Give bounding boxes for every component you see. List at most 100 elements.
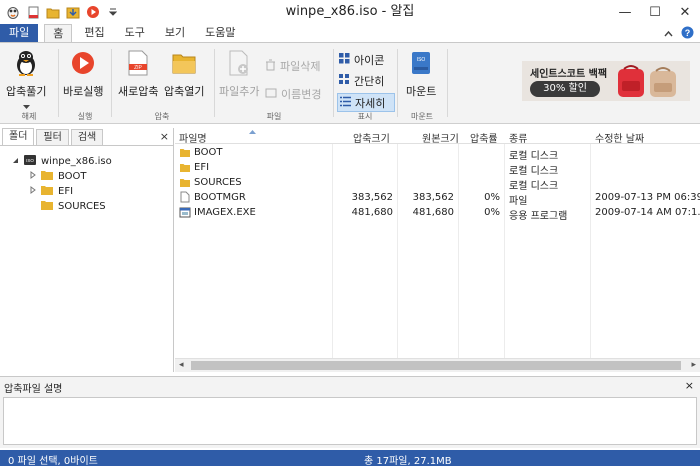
table-row[interactable]: EFI 로컬 디스크 [175,161,700,177]
extract-group: 압축풀기 해제 [0,45,58,123]
tree-root[interactable]: ISO winpe_x86.iso [12,153,112,170]
scroll-right-icon[interactable]: ▸ [691,360,696,370]
zip-file-icon: ZIP [124,49,152,77]
delete-file-button[interactable]: 파일삭제 [265,58,320,74]
new-compress-button[interactable]: ZIP 새로압축 [118,49,158,99]
tab-tools[interactable]: 도구 [117,24,153,42]
list-view-icon [339,74,350,88]
open-compress-button[interactable]: 압축열기 [164,49,204,99]
mount-button[interactable]: ISO 마운트 [406,49,436,99]
view-icon-button[interactable]: 아이콘 [338,51,394,69]
extract-button[interactable]: 압축풀기 [6,49,46,112]
close-button[interactable]: ✕ [670,0,700,24]
column-name[interactable]: 파일명 [179,130,207,145]
compress-group: ZIP 새로압축 압축열기 압축 [112,45,212,123]
iso-file-icon: ISO [23,153,37,170]
tab-filter[interactable]: 필터 [36,129,69,145]
table-row[interactable]: SOURCES 로컬 디스크 [175,176,700,192]
open-folder-icon [170,49,198,77]
detail-view-icon [340,96,351,110]
view-simple-button[interactable]: 간단히 [338,72,394,90]
column-modified[interactable]: 수정한 날짜 [595,130,644,145]
folder-icon [40,199,54,214]
folder-icon [40,169,54,184]
tab-file[interactable]: 파일 [0,24,39,42]
table-row[interactable]: BOOTMGR 383,562 383,562 0% 파일 2009-07-13… [175,191,700,207]
file-icon [180,191,190,206]
tab-home[interactable]: 홈 [44,24,73,42]
horizontal-scrollbar[interactable]: ◂ ▸ [175,358,700,372]
ad-headline: 세인트스코트 백팩 [530,69,608,80]
table-row[interactable]: BOOT 로컬 디스크 [175,146,700,162]
scrollbar-thumb[interactable] [191,361,681,370]
total-status: 총 17파일, 27.1MB [364,456,452,466]
mount-group: ISO 마운트 마운트 [398,45,446,123]
table-row[interactable]: IMAGEX.EXE 481,680 481,680 0% 응용 프로그램 20… [175,206,700,222]
customize-qat-icon[interactable] [106,5,120,19]
column-ratio[interactable]: 압축률 [470,130,498,145]
app-logo-icon[interactable] [6,5,20,19]
panel-tabs: 폴더 필터 검색 × [0,128,173,146]
help-icon[interactable]: ? [681,26,694,42]
new-file-icon[interactable] [26,5,40,19]
ad-banner[interactable]: 세인트스코트 백팩 30% 할인 [522,61,690,101]
add-file-icon [225,49,253,77]
svg-text:?: ? [685,28,691,38]
exe-file-icon [179,207,191,221]
view-detail-button[interactable]: 자세히 [337,93,395,112]
archive-description-panel: 압축파일 설명 × [0,376,700,448]
description-textarea[interactable] [3,397,697,445]
minimize-button[interactable]: — [610,0,640,24]
collapsed-arrow-icon [30,186,36,197]
tree-item-sources[interactable]: SOURCES [40,199,106,214]
expanded-arrow-icon [12,156,19,167]
collapse-ribbon-icon[interactable] [664,29,673,40]
description-title: 압축파일 설명 [4,384,63,395]
title-bar: winpe_x86.iso - 알집 — ☐ ✕ [0,0,700,24]
run-button[interactable]: 바로실행 [63,49,103,99]
play-icon [69,49,97,77]
trash-icon [265,59,276,74]
tab-edit[interactable]: 편집 [76,24,112,42]
svg-text:ZIP: ZIP [134,65,142,71]
folder-panel: 폴더 필터 검색 × ISO winpe_x86.iso BOOT EFI SO… [0,128,174,372]
large-icons-icon [339,53,350,67]
folder-icon [179,177,191,191]
tab-view[interactable]: 보기 [157,24,193,42]
column-type[interactable]: 종류 [509,130,527,145]
add-file-button[interactable]: 파일추가 [219,49,259,99]
tab-help[interactable]: 도움말 [197,24,243,42]
run-icon[interactable] [86,5,100,19]
status-bar: 0 파일 선택, 0바이트 총 17파일, 27.1MB [0,450,700,466]
iso-disc-icon: ISO [407,49,435,77]
extract-icon[interactable] [66,5,80,19]
open-folder-icon[interactable] [46,5,60,19]
ribbon: 압축풀기 해제 바로실행 실행 ZIP 새로압축 압축열기 압축 파일추가 파일… [0,42,700,124]
svg-text:ISO: ISO [26,158,34,163]
file-group: 파일추가 파일삭제 이름변경 파일 [215,45,333,123]
collapsed-arrow-icon [30,171,36,182]
ribbon-separator [447,49,448,117]
folder-icon [179,162,191,176]
close-panel-button[interactable]: × [160,130,169,143]
rename-button[interactable]: 이름변경 [265,86,321,102]
view-group: 아이콘 간단히 자세히 표시 [334,45,396,123]
folder-icon [40,184,54,199]
quick-access-toolbar [0,5,120,19]
ad-discount-badge: 30% 할인 [530,81,600,97]
maximize-button[interactable]: ☐ [640,0,670,24]
column-packed-size[interactable]: 압축크기 [353,130,390,145]
tab-search[interactable]: 검색 [70,129,104,145]
column-original-size[interactable]: 원본크기 [422,130,459,145]
extract-penguin-icon [12,49,40,77]
scroll-left-icon[interactable]: ◂ [179,360,184,370]
run-group: 바로실행 실행 [59,45,111,123]
close-description-button[interactable]: × [685,379,694,392]
file-list-header: 파일명 압축크기 원본크기 압축률 종류 수정한 날짜 [175,126,700,145]
rename-icon [265,88,277,101]
ribbon-tab-bar: 파일 홈 편집 도구 보기 도움말 ? [0,24,700,42]
tab-folder[interactable]: 폴더 [2,128,35,145]
tree-item-boot[interactable]: BOOT [30,169,87,184]
tree-item-efi[interactable]: EFI [30,184,73,199]
sort-arrow-icon [249,126,256,137]
